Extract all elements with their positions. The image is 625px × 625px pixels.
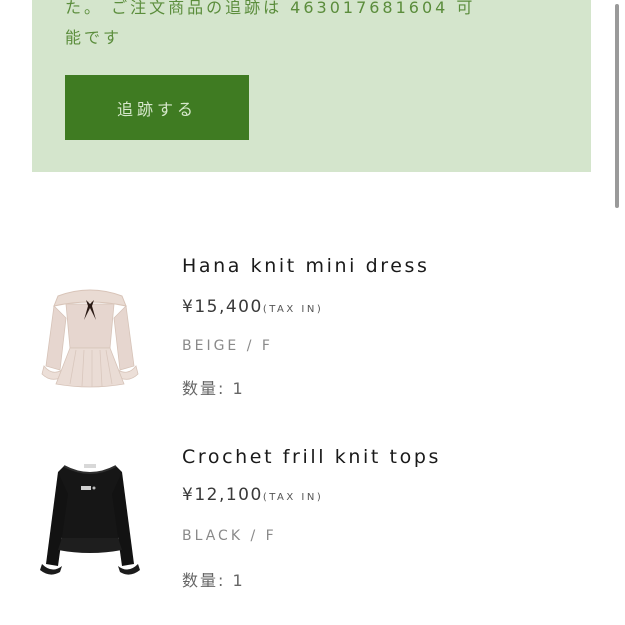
product-image-dress (40, 262, 140, 392)
track-shipment-button[interactable]: 追跡する (65, 75, 249, 140)
product-name[interactable]: Hana knit mini dress (182, 255, 430, 277)
order-item: Crochet frill knit tops ¥12,100(TAX IN) … (0, 430, 625, 600)
product-variant: BLACK / F (182, 528, 277, 544)
product-price: ¥15,400 (182, 297, 263, 317)
tracking-info-panel: た。 ご注文商品の追跡は 463017681604 可 能です 追跡する (32, 0, 591, 172)
tracking-message-line2: 能です (65, 28, 123, 47)
page-scrollbar[interactable] (615, 4, 619, 208)
dress-icon (41, 289, 139, 388)
knit-top-icon (40, 464, 140, 575)
product-quantity: 数量: 1 (182, 379, 245, 398)
order-item: Hana knit mini dress ¥15,400(TAX IN) BEI… (0, 240, 625, 410)
product-price: ¥12,100 (182, 485, 263, 505)
tax-note: (TAX IN) (262, 492, 324, 503)
price-row: ¥15,400(TAX IN) (182, 297, 323, 317)
product-variant: BEIGE / F (182, 338, 273, 354)
price-row: ¥12,100(TAX IN) (182, 485, 323, 505)
tracking-message-line1: た。 ご注文商品の追跡は 463017681604 可 (65, 0, 476, 17)
tax-note: (TAX IN) (262, 304, 324, 315)
product-image-top (40, 454, 140, 584)
product-quantity: 数量: 1 (182, 571, 245, 590)
product-name[interactable]: Crochet frill knit tops (182, 446, 441, 468)
order-confirmation-page: た。 ご注文商品の追跡は 463017681604 可 能です 追跡する Han… (0, 0, 625, 625)
